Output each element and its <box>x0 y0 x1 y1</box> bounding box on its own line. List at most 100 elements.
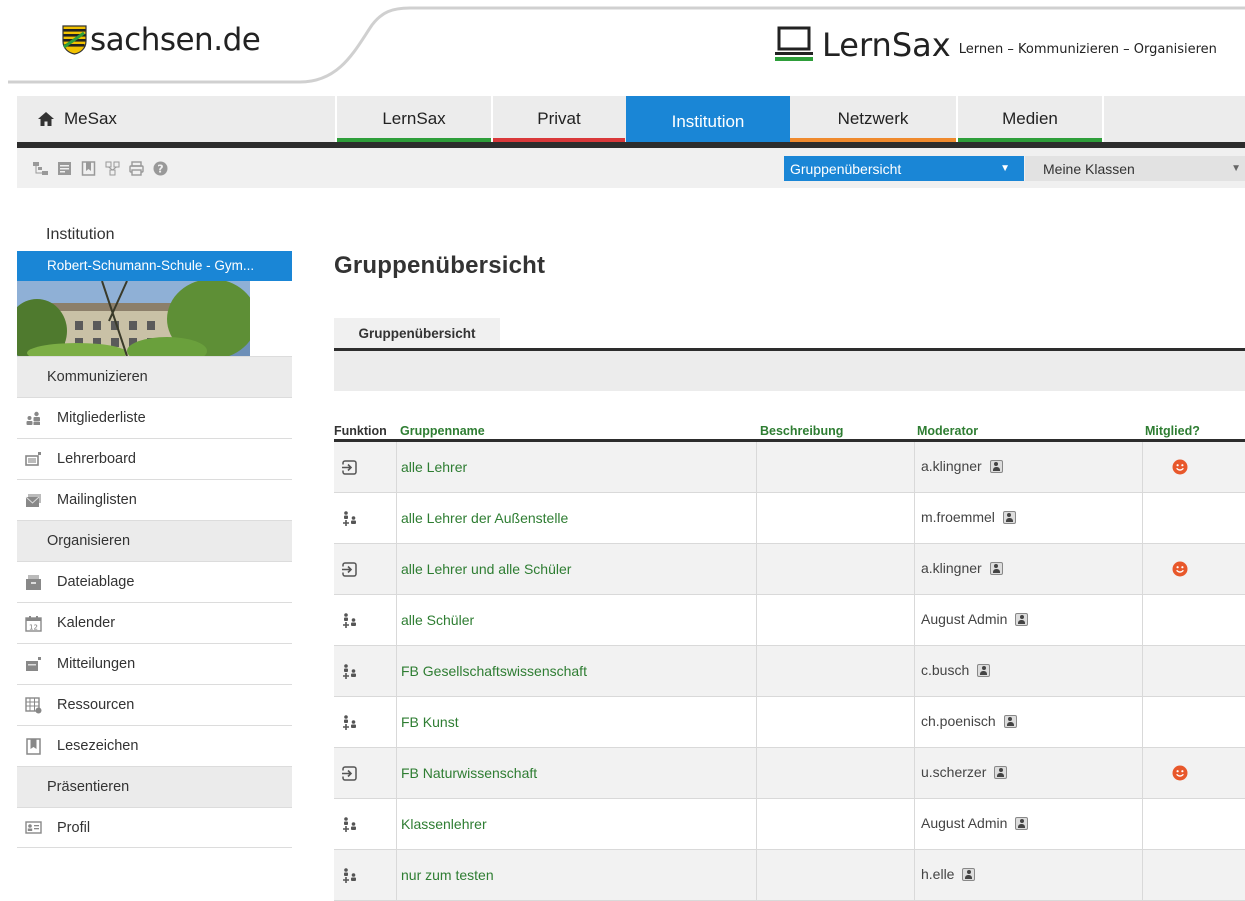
sidebar-item-profil[interactable]: Profil <box>17 807 292 848</box>
notes-icon[interactable] <box>57 161 72 176</box>
moderator-name: August Admin <box>921 611 1008 627</box>
column-divider <box>756 799 757 849</box>
print-icon[interactable] <box>129 161 144 176</box>
column-divider <box>914 595 915 645</box>
column-header-mitglied[interactable]: Mitglied? <box>1145 424 1200 438</box>
lernsax-logo[interactable]: LernSax Lernen – Kommunizieren – Organis… <box>774 24 1217 62</box>
sidebar-item-dateiablage[interactable]: Dateiablage <box>17 561 292 602</box>
column-divider <box>1142 748 1143 798</box>
sidebar-item-mailinglisten[interactable]: Mailinglisten <box>17 479 292 520</box>
join-group-icon[interactable] <box>341 867 358 884</box>
join-group-icon[interactable] <box>341 663 358 680</box>
column-divider <box>1142 697 1143 747</box>
bookmark-icon[interactable] <box>81 161 96 176</box>
table-row: alle Lehrer a.klingner <box>334 442 1245 493</box>
column-divider <box>914 493 915 543</box>
column-divider <box>756 442 757 492</box>
network-icon[interactable] <box>105 161 120 176</box>
column-divider <box>1142 493 1143 543</box>
column-divider <box>914 748 915 798</box>
column-header-gruppenname[interactable]: Gruppenname <box>400 424 485 438</box>
person-icon[interactable] <box>1015 816 1029 830</box>
table-row: FB Gesellschaftswissenschaft c.busch <box>334 646 1245 697</box>
main-nav: MeSax LernSax Privat Institution Netzwer… <box>17 96 1245 148</box>
tab-privat[interactable]: Privat <box>493 96 625 143</box>
join-group-icon[interactable] <box>341 714 358 731</box>
mail-icon <box>25 493 41 507</box>
group-name-link[interactable]: Klassenlehrer <box>401 816 487 832</box>
home-icon <box>38 112 54 126</box>
sidebar-item-ressourcen[interactable]: Ressourcen <box>17 684 292 725</box>
group-name-link[interactable]: alle Lehrer der Außenstelle <box>401 510 568 526</box>
tab-medien[interactable]: Medien <box>958 96 1102 143</box>
column-divider <box>1142 799 1143 849</box>
sidebar-school-name[interactable]: Robert-Schumann-Schule - Gym... <box>17 251 292 281</box>
class-select[interactable]: Meine Klassen ▼ <box>1025 156 1245 181</box>
tab-institution[interactable]: Institution <box>626 96 790 148</box>
sidebar-item-kalender[interactable]: 12 Kalender <box>17 602 292 643</box>
group-name-link[interactable]: alle Lehrer <box>401 459 467 475</box>
column-header-beschreibung[interactable]: Beschreibung <box>760 424 843 438</box>
chevron-down-icon: ▼ <box>1000 163 1010 174</box>
sachsen-logo-text: sachsen.de <box>90 22 261 58</box>
moderator-cell: August Admin <box>921 611 1029 627</box>
column-divider <box>914 544 915 594</box>
column-divider <box>914 697 915 747</box>
person-icon[interactable] <box>962 867 976 881</box>
class-select-value: Meine Klassen <box>1043 160 1135 177</box>
group-name-link[interactable]: alle Lehrer und alle Schüler <box>401 561 571 577</box>
group-name-link[interactable]: FB Gesellschaftswissenschaft <box>401 663 587 679</box>
column-divider <box>396 595 397 645</box>
enter-group-icon[interactable] <box>341 459 358 476</box>
sachsen-logo[interactable]: sachsen.de <box>62 22 261 58</box>
tab-netzwerk[interactable]: Netzwerk <box>790 96 956 143</box>
person-icon[interactable] <box>989 561 1003 575</box>
table-row: alle Lehrer der Außenstelle m.froemmel <box>334 493 1245 544</box>
sitemap-icon[interactable] <box>33 161 48 176</box>
join-group-icon[interactable] <box>341 816 358 833</box>
site-header: sachsen.de LernSax Lernen – Kommuniziere… <box>0 0 1245 95</box>
column-header-moderator[interactable]: Moderator <box>917 424 978 438</box>
tab-gruppenuebersicht[interactable]: Gruppenübersicht <box>334 318 500 349</box>
enter-group-icon[interactable] <box>341 765 358 782</box>
column-divider <box>396 646 397 696</box>
tab-lernsax-label: LernSax <box>382 109 446 128</box>
toolbar-icons: ? <box>33 161 168 176</box>
nav-home-mesax[interactable]: MeSax <box>17 96 335 142</box>
tab-lernsax[interactable]: LernSax <box>337 96 491 143</box>
column-header-funktion[interactable]: Funktion <box>334 424 387 438</box>
person-icon[interactable] <box>1015 612 1029 626</box>
sidebar-item-label: Kalender <box>57 615 116 631</box>
person-icon[interactable] <box>994 765 1008 779</box>
folder-icon <box>26 574 41 590</box>
group-name-link[interactable]: nur zum testen <box>401 867 494 883</box>
sidebar-item-mitgliederliste[interactable]: Mitgliederliste <box>17 397 292 438</box>
sidebar-item-label: Mailinglisten <box>57 492 137 508</box>
person-icon[interactable] <box>1003 714 1017 728</box>
moderator-name: August Admin <box>921 815 1008 831</box>
enter-group-icon[interactable] <box>341 561 358 578</box>
person-icon[interactable] <box>989 459 1003 473</box>
group-name-link[interactable]: alle Schüler <box>401 612 474 628</box>
column-divider <box>1142 646 1143 696</box>
sidebar-item-mitteilungen[interactable]: Mitteilungen <box>17 643 292 684</box>
sidebar-title: Institution <box>46 226 115 243</box>
moderator-cell: u.scherzer <box>921 764 1008 780</box>
group-name-link[interactable]: FB Kunst <box>401 714 459 730</box>
join-group-icon[interactable] <box>341 612 358 629</box>
sidebar-item-lesezeichen[interactable]: Lesezeichen <box>17 725 292 766</box>
person-icon[interactable] <box>977 663 991 677</box>
sidebar-section-organisieren: Organisieren <box>17 520 292 561</box>
view-select[interactable]: Gruppenübersicht ▼ <box>784 156 1024 181</box>
column-divider <box>1142 442 1143 492</box>
member-smiley-icon <box>1172 765 1188 781</box>
svg-text:12: 12 <box>29 623 38 631</box>
group-name-link[interactable]: FB Naturwissenschaft <box>401 765 537 781</box>
help-icon[interactable]: ? <box>153 161 168 176</box>
bookmark-icon <box>26 737 41 755</box>
join-group-icon[interactable] <box>341 510 358 527</box>
column-divider <box>756 544 757 594</box>
person-icon[interactable] <box>1002 510 1016 524</box>
chevron-down-icon: ▼ <box>1231 163 1241 174</box>
sidebar-item-lehrerboard[interactable]: Lehrerboard <box>17 438 292 479</box>
